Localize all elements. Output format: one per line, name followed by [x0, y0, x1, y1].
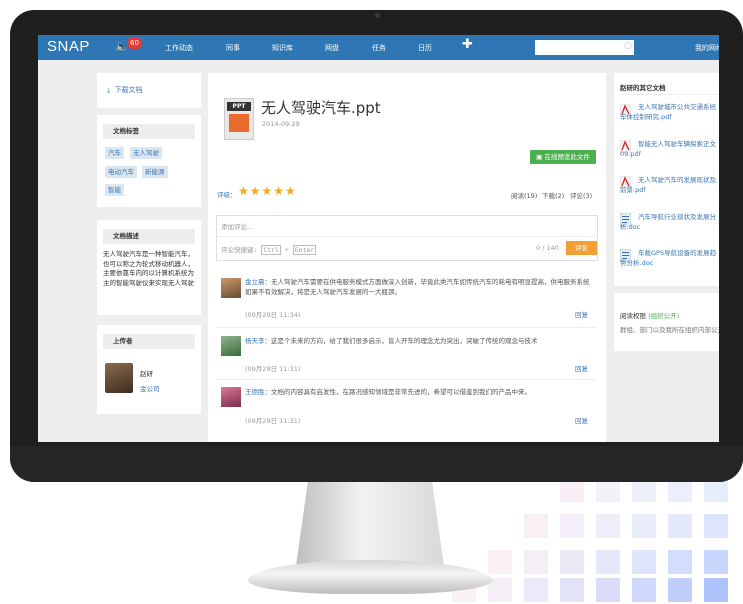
nav-item-colleagues[interactable]: 同事	[226, 43, 240, 53]
search-icon[interactable]: ○	[624, 41, 632, 51]
ppt-file-icon: PPT	[224, 98, 254, 140]
comment-form: 添加评论... 评论快捷键: Ctrl + Enter 0 / 140 评论	[216, 215, 598, 261]
search-input[interactable]	[535, 40, 634, 55]
description-title: 文档描述	[103, 229, 195, 244]
download-card: ⤓ 下载文档	[97, 73, 201, 108]
uploader-card: 上传者 赵研 金公司	[97, 325, 201, 414]
permission-title: 阅读权限 (组织公开)	[620, 312, 680, 320]
uploader-company[interactable]: 金公司	[140, 383, 160, 393]
other-documents-title: 赵研的其它文档	[620, 84, 666, 92]
commenter-avatar[interactable]	[221, 336, 241, 356]
uploader-title: 上传者	[103, 334, 195, 349]
nav-item-tasks[interactable]: 任务	[372, 43, 386, 53]
other-doc-link[interactable]: 智能无人驾驶车辆探索正文09.pdf	[620, 139, 719, 159]
monitor-chin	[10, 446, 743, 482]
other-doc-link[interactable]: 汽车导航行业现状及发展分析.doc	[620, 212, 719, 232]
commenter-avatar[interactable]	[221, 278, 241, 298]
camera-icon	[375, 13, 380, 18]
tags-card: 文档标签 汽车 无人驾驶 电动汽车 新能源 智能	[97, 115, 201, 207]
add-icon[interactable]: ✚	[462, 37, 473, 52]
download-button[interactable]: ⤓ 下载文档	[107, 85, 143, 95]
submit-comment-button[interactable]: 评论	[566, 241, 597, 255]
comment-time: (09月29日 11:34)	[245, 311, 301, 319]
other-documents-card: 赵研的其它文档 无人驾驶城市公共交通系统车体控制研究.pdf 智能无人驾驶车辆探…	[614, 73, 719, 286]
file-type-label: PPT	[227, 102, 251, 111]
commenter-name[interactable]: 王德胜	[245, 388, 265, 396]
other-doc-link[interactable]: 无人驾驶汽车的发展现状及前景.pdf	[620, 175, 719, 195]
reply-button[interactable]: 回复	[575, 363, 588, 373]
my-network-link[interactable]: 我的网络	[695, 43, 719, 53]
monitor-stand	[296, 482, 444, 566]
permission-card: 阅读权限 (组织公开) 群组、部门以及我所在组织内部公开	[614, 293, 719, 351]
top-nav: SNAP 🔈 60 工作动态 同事 知识库 网盘 任务 日历 ✚ ○ 我的网络	[38, 35, 719, 60]
other-doc-link[interactable]: 无人驾驶城市公共交通系统车体控制研究.pdf	[620, 102, 719, 122]
comment-text: 杨天李：这是个未来的方向，给了我们很多启示，盲人开车的理念尤为突出，突破了传统的…	[245, 337, 538, 345]
other-doc-link[interactable]: 车载GPS导航设备的发展趋势分析.doc	[620, 248, 719, 268]
preview-label: 在线预览此文件	[544, 153, 590, 161]
tag[interactable]: 智能	[105, 184, 124, 196]
screen: SNAP 🔈 60 工作动态 同事 知识库 网盘 任务 日历 ✚ ○ 我的网络 …	[38, 35, 719, 442]
tag[interactable]: 汽车	[105, 147, 124, 159]
tag[interactable]: 新能源	[142, 166, 168, 178]
logo[interactable]: SNAP	[47, 38, 90, 55]
comment-text: 王德胜：文档的内容具有启发性，在路况感知领域是非常先进的，希望可以借鉴到我们的产…	[245, 388, 531, 396]
uploader-avatar[interactable]	[105, 363, 133, 393]
online-preview-button[interactable]: ▣ 在线预览此文件	[530, 150, 596, 164]
tags-title: 文档标签	[103, 124, 195, 139]
comment-time: (09月29日 11:31)	[245, 365, 301, 373]
reply-button[interactable]: 回复	[575, 415, 588, 425]
tag[interactable]: 电动汽车	[105, 166, 137, 178]
char-count: 0 / 140	[536, 244, 559, 252]
nav-item-drive[interactable]: 网盘	[325, 43, 339, 53]
document-title: 无人驾驶汽车.ppt	[261, 99, 381, 117]
comment-count: 评论(3)	[570, 192, 593, 200]
tag[interactable]: 无人驾驶	[130, 147, 162, 159]
notification-badge[interactable]: 60	[127, 37, 142, 49]
reply-button[interactable]: 回复	[575, 309, 588, 319]
commenter-avatar[interactable]	[221, 387, 241, 407]
download-label: 下载文档	[114, 86, 143, 94]
permission-text: 群组、部门以及我所在组织内部公开	[620, 326, 719, 334]
document-icon: ▣	[536, 153, 543, 161]
rating-label: 评级：	[217, 191, 237, 199]
commenter-name[interactable]: 杨天李	[245, 337, 265, 345]
rating-stars[interactable]: ★★★★★	[238, 184, 297, 198]
download-count: 下载(2)	[542, 192, 565, 200]
comment-input[interactable]: 添加评论...	[221, 221, 253, 231]
download-icon: ⤓	[107, 86, 111, 94]
commenter-name[interactable]: 金立晨	[245, 278, 265, 286]
comment-text: 金立晨：无人驾驶汽车需要在供电服务模式方面做深入创新，毕竟此类汽车如传统汽车的耗…	[245, 278, 590, 296]
nav-item-knowledge[interactable]: 知识库	[272, 43, 293, 53]
description-text: 无人驾驶汽车是一种智能汽车，也可以称之为轮式移动机器人，主要依靠车内的以计算机系…	[103, 250, 194, 287]
nav-item-calendar[interactable]: 日历	[418, 43, 432, 53]
document-main: PPT 无人驾驶汽车.ppt 2014-09-29 ▣ 在线预览此文件 评级： …	[208, 73, 606, 442]
read-count: 阅读(19)	[511, 192, 538, 200]
comment-time: (09月29日 11:31)	[245, 417, 301, 425]
uploader-name[interactable]: 赵研	[140, 368, 153, 378]
description-card: 文档描述 无人驾驶汽车是一种智能汽车，也可以称之为轮式移动机器人，主要依靠车内的…	[97, 220, 201, 315]
document-date: 2014-09-29	[262, 120, 300, 128]
monitor-base	[248, 560, 492, 594]
nav-item-activity[interactable]: 工作动态	[165, 43, 193, 53]
shortcut-hint: 评论快捷键: Ctrl + Enter	[221, 245, 317, 255]
